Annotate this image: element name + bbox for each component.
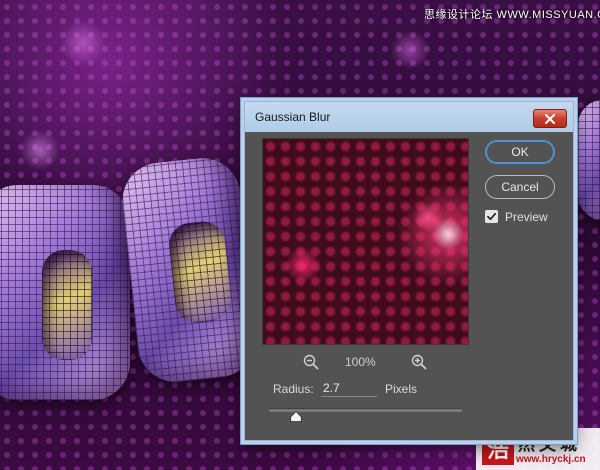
checkmark-icon <box>487 212 497 221</box>
zoom-in-icon[interactable] <box>411 354 427 370</box>
radius-units-label: Pixels <box>385 382 418 396</box>
close-button[interactable] <box>533 109 567 128</box>
dialog-titlebar[interactable]: Gaussian Blur <box>245 102 573 132</box>
radius-input[interactable] <box>321 379 377 397</box>
radius-label: Radius: <box>273 382 314 396</box>
watermark-url: www.hryckj.cn <box>516 454 586 465</box>
cancel-button[interactable]: Cancel <box>485 175 555 199</box>
background-glow <box>20 130 60 170</box>
dialog-title: Gaussian Blur <box>255 110 331 124</box>
disco-letter-counter <box>166 219 234 325</box>
preview-checkbox[interactable] <box>485 210 498 223</box>
zoom-out-icon[interactable] <box>303 354 319 370</box>
watermark-text: 思缘设计论坛 WWW.MISSYUAN.COM <box>424 9 600 21</box>
disco-letter <box>578 100 600 220</box>
background-glow <box>390 30 430 70</box>
gaussian-blur-dialog: Gaussian Blur 100% Radius: Pixels OK Can… <box>244 101 574 441</box>
preview-image[interactable] <box>262 138 469 345</box>
background-glow <box>60 20 106 66</box>
slider-thumb-icon[interactable] <box>290 411 302 422</box>
preview-glow <box>413 203 443 233</box>
disco-letter-counter <box>42 250 92 360</box>
zoom-level: 100% <box>345 355 376 369</box>
preview-glow <box>285 247 321 283</box>
preview-checkbox-label[interactable]: Preview <box>505 210 548 224</box>
close-icon <box>545 113 555 124</box>
ok-button[interactable]: OK <box>485 140 555 164</box>
